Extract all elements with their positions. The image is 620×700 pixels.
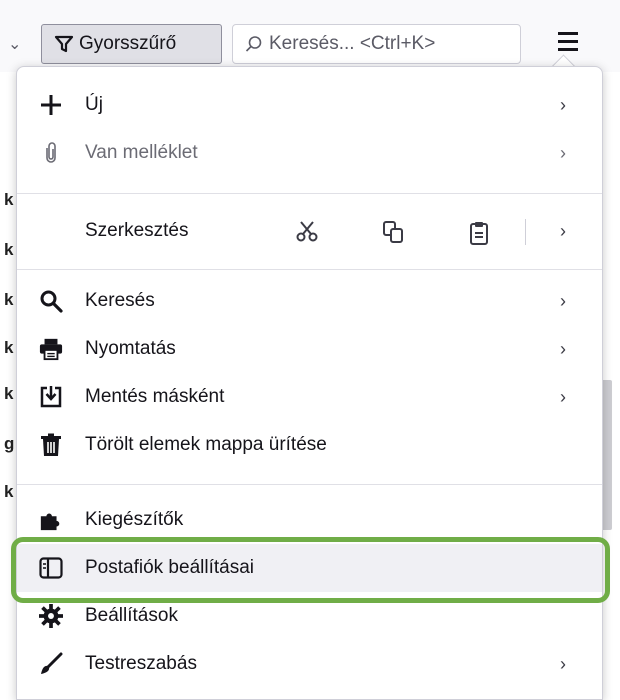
message-fragment: k — [4, 384, 14, 403]
gear-icon — [39, 604, 63, 628]
save-as-icon — [39, 385, 63, 409]
chevron-right-icon: › — [560, 142, 566, 163]
message-fragment: k — [4, 482, 14, 501]
message-fragment: k — [4, 240, 14, 259]
menu-item-label: Törölt elemek mappa ürítése — [85, 434, 327, 455]
puzzle-icon — [39, 508, 63, 532]
message-fragment: k — [4, 338, 14, 357]
plus-icon — [39, 93, 63, 117]
copy-icon[interactable] — [383, 221, 403, 249]
chevron-right-icon: › — [560, 653, 566, 674]
main-toolbar: ⌄ Gyorsszűrő Keresés... <Ctrl+K> — [0, 0, 620, 72]
menu-item-label: Testreszabás — [85, 653, 197, 674]
filter-icon — [54, 35, 74, 53]
app-menu-icon[interactable] — [556, 30, 582, 54]
message-fragment: k — [4, 190, 14, 209]
paste-icon[interactable] — [469, 221, 489, 251]
paperclip-icon — [39, 141, 63, 165]
menu-separator — [17, 193, 602, 194]
brush-icon — [39, 652, 63, 676]
search-icon — [39, 289, 63, 313]
chevron-right-icon: › — [560, 338, 566, 359]
menu-item-new[interactable]: Új › — [17, 81, 602, 129]
chevron-right-icon: › — [560, 386, 566, 407]
menu-item-label: Szerkesztés — [85, 220, 189, 241]
printer-icon — [39, 337, 63, 361]
chevron-down-icon[interactable]: ⌄ — [8, 34, 21, 54]
menu-item-label: Mentés másként — [85, 386, 225, 407]
menu-item-label: Nyomtatás — [85, 338, 176, 359]
search-icon — [245, 36, 262, 52]
chevron-right-icon: › — [560, 290, 566, 311]
chevron-right-icon: › — [560, 220, 566, 241]
menu-item-customize[interactable]: Testreszabás › — [17, 640, 602, 688]
scissors-icon[interactable] — [295, 221, 319, 249]
menu-item-has-attachment[interactable]: Van melléklet › — [17, 129, 602, 177]
edit-separator — [525, 219, 526, 245]
trash-icon — [39, 433, 63, 457]
menu-item-label: Keresés — [85, 290, 155, 311]
menu-item-label: Új — [85, 94, 103, 115]
quick-filter-button[interactable]: Gyorsszűrő — [41, 24, 222, 64]
menu-item-edit[interactable]: Szerkesztés › — [17, 207, 602, 255]
highlight-annotation — [11, 537, 610, 603]
search-placeholder: Keresés... <Ctrl+K> — [269, 33, 436, 54]
menu-separator — [17, 269, 602, 270]
menu-item-empty-trash[interactable]: Törölt elemek mappa ürítése — [17, 421, 602, 469]
menu-item-save-as[interactable]: Mentés másként › — [17, 373, 602, 421]
menu-item-print[interactable]: Nyomtatás › — [17, 325, 602, 373]
app-menu-panel: Új › Van melléklet › Szerkesztés › Keres… — [16, 66, 603, 700]
menu-item-label: Van melléklet — [85, 142, 198, 163]
menu-item-label: Beállítások — [85, 605, 178, 626]
message-fragment: g — [4, 434, 15, 453]
chevron-right-icon: › — [560, 94, 566, 115]
menu-item-find[interactable]: Keresés › — [17, 277, 602, 325]
menu-item-label: Kiegészítők — [85, 509, 184, 530]
quick-filter-label: Gyorsszűrő — [79, 33, 177, 54]
search-input[interactable]: Keresés... <Ctrl+K> — [232, 24, 521, 64]
menu-separator — [17, 484, 602, 485]
message-fragment: k — [4, 290, 14, 309]
